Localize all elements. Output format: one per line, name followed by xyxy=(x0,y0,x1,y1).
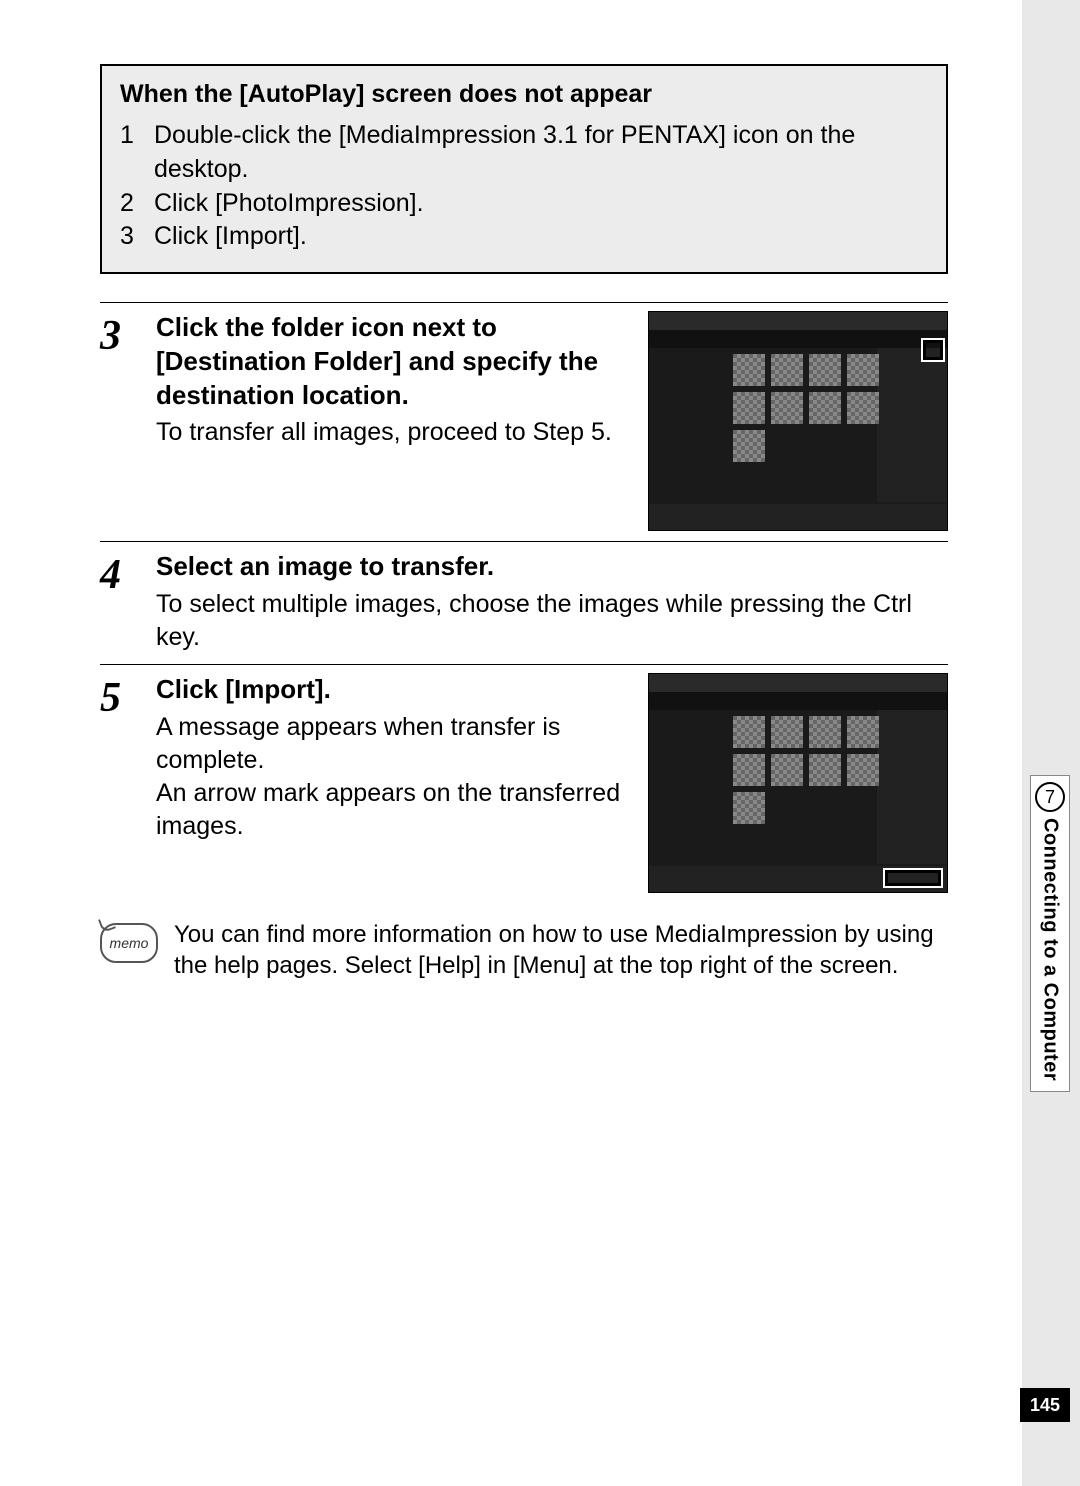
memo-block: memo You can find more information on ho… xyxy=(100,919,948,982)
info-item-number: 1 xyxy=(120,119,154,187)
step-number: 5 xyxy=(100,673,156,893)
step-number: 3 xyxy=(100,311,156,531)
page: 7 Connecting to a Computer 145 When the … xyxy=(0,0,1080,1486)
separator xyxy=(100,541,948,542)
list-item: 3 Click [Import]. xyxy=(120,220,928,254)
chapter-title: Connecting to a Computer xyxy=(1039,818,1062,1081)
info-item-text: Click [Import]. xyxy=(154,220,307,254)
step-text: To transfer all images, proceed to Step … xyxy=(156,416,634,449)
screenshot-photoimpression-import xyxy=(648,673,948,893)
memo-label: memo xyxy=(110,935,149,951)
step-title: Click the folder icon next to [Destinati… xyxy=(156,311,634,412)
step-4: 4 Select an image to transfer. To select… xyxy=(100,550,948,654)
info-item-text: Click [PhotoImpression]. xyxy=(154,187,424,221)
step-number: 4 xyxy=(100,550,156,654)
chapter-number: 7 xyxy=(1045,787,1055,808)
chapter-tab: 7 Connecting to a Computer xyxy=(1030,775,1070,1092)
highlight-import-button xyxy=(885,870,941,886)
step-text: A message appears when transfer is compl… xyxy=(156,711,634,843)
separator xyxy=(100,664,948,665)
chapter-number-circle: 7 xyxy=(1035,782,1065,812)
info-list: 1 Double-click the [MediaImpression 3.1 … xyxy=(120,119,928,254)
main-content: When the [AutoPlay] screen does not appe… xyxy=(100,64,948,982)
step-text: To select multiple images, choose the im… xyxy=(156,588,948,654)
info-box: When the [AutoPlay] screen does not appe… xyxy=(100,64,948,274)
memo-icon: memo xyxy=(100,923,158,963)
page-number: 145 xyxy=(1020,1388,1070,1422)
separator xyxy=(100,302,948,303)
step-title: Click [Import]. xyxy=(156,673,634,707)
list-item: 2 Click [PhotoImpression]. xyxy=(120,187,928,221)
step-5: 5 Click [Import]. A message appears when… xyxy=(100,673,948,893)
screenshot-photoimpression xyxy=(648,311,948,531)
info-item-text: Double-click the [MediaImpression 3.1 fo… xyxy=(154,119,928,187)
info-box-title: When the [AutoPlay] screen does not appe… xyxy=(120,80,928,109)
list-item: 1 Double-click the [MediaImpression 3.1 … xyxy=(120,119,928,187)
right-sidebar xyxy=(1022,0,1080,1486)
info-item-number: 3 xyxy=(120,220,154,254)
memo-text: You can find more information on how to … xyxy=(174,919,948,982)
step-3: 3 Click the folder icon next to [Destina… xyxy=(100,311,948,531)
highlight-destination-folder-icon xyxy=(923,340,943,360)
info-item-number: 2 xyxy=(120,187,154,221)
step-title: Select an image to transfer. xyxy=(156,550,948,584)
